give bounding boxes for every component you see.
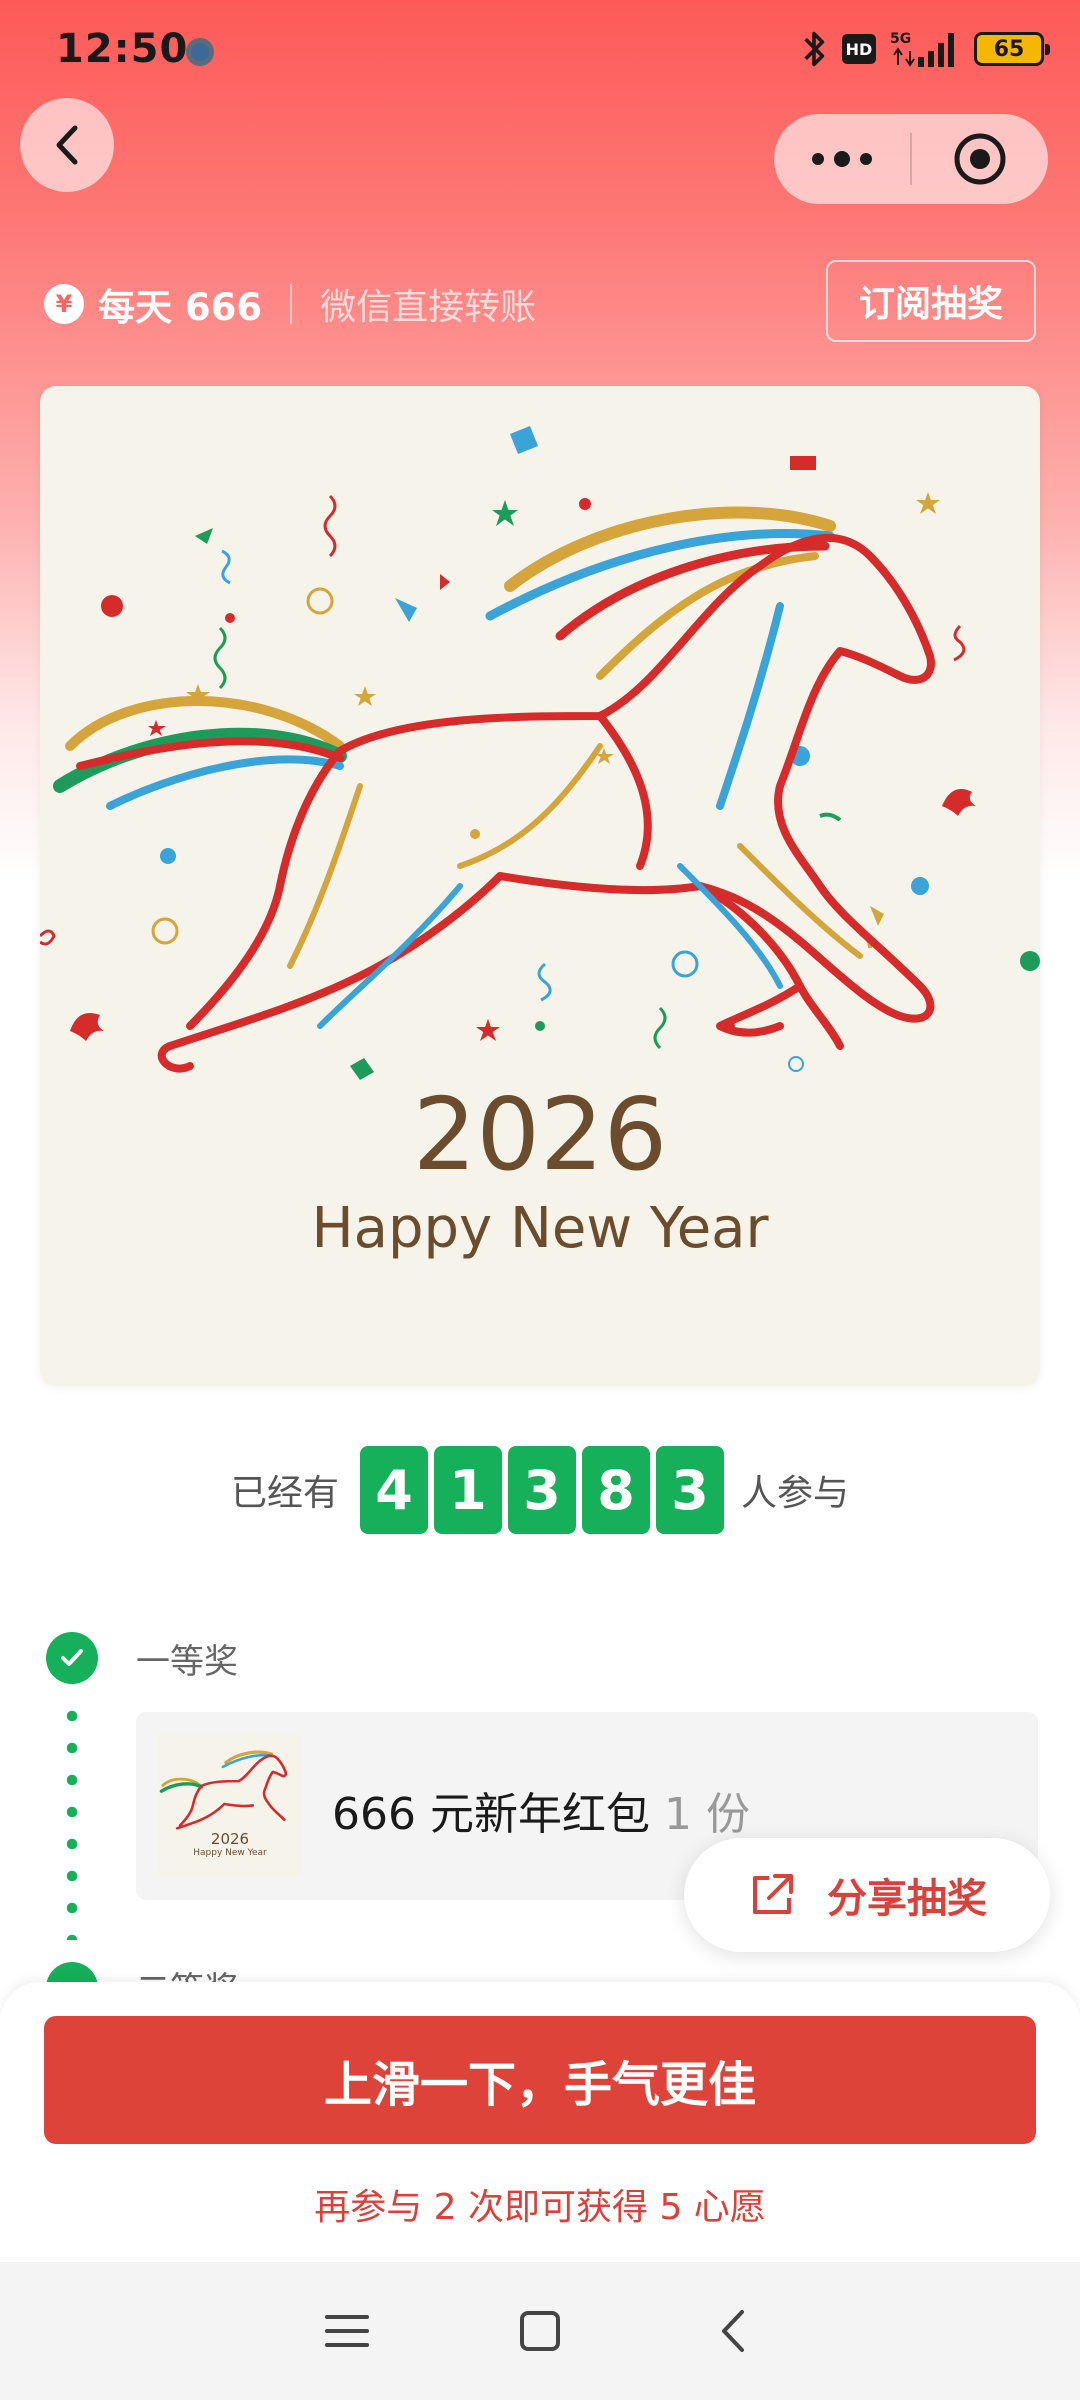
check-icon (46, 1632, 98, 1684)
participate-button[interactable]: 上滑一下，手气更佳 (44, 2016, 1036, 2144)
counter-digit: 4 (360, 1446, 428, 1534)
battery-icon: 65 (974, 32, 1050, 66)
notification-icon (186, 38, 214, 66)
subscribe-button[interactable]: 订阅抽奖 (826, 260, 1036, 342)
prize-thumbnail: 2026 Happy New Year (158, 1734, 302, 1878)
prize-tier-label: 一等奖 (136, 1642, 238, 1682)
target-circle-icon (954, 133, 1006, 185)
share-lottery-button[interactable]: 分享抽奖 (684, 1838, 1050, 1952)
counter-suffix: 人参与 (741, 1473, 850, 1514)
status-icons: HD 5G 65 (800, 28, 1050, 70)
timeline-line (67, 1700, 77, 1940)
back-triangle-icon[interactable] (703, 2301, 763, 2361)
status-bar: 12:50 HD 5G 65 (0, 0, 1080, 100)
poster-greeting: Happy New Year (311, 1196, 769, 1261)
prize-name-text: 666 元新年红包 (332, 1789, 650, 1840)
participant-counter: 已经有 4 1 3 8 3 人参与 (0, 1446, 1080, 1534)
counter-digit: 3 (508, 1446, 576, 1534)
share-label: 分享抽奖 (827, 1876, 987, 1922)
chevron-left-icon (56, 125, 78, 165)
counter-digit: 3 (656, 1446, 724, 1534)
thumb-greeting: Happy New Year (193, 1848, 267, 1858)
confetti (40, 426, 1040, 1080)
counter-digit: 1 (434, 1446, 502, 1534)
system-nav-bar (0, 2262, 1080, 2400)
capsule-menu (774, 114, 1048, 204)
share-icon (753, 1874, 793, 1914)
hd-badge: HD (842, 34, 876, 64)
horse-tail (53, 696, 347, 810)
wish-hint: 再参与 2 次即可获得 5 心愿 (314, 2187, 766, 2228)
promo-subtitle: 微信直接转账 (320, 287, 537, 328)
counter-prefix: 已经有 (230, 1473, 339, 1514)
svg-text:5G: 5G (890, 31, 911, 47)
prize-name: 666 元新年红包 1 份 (332, 1778, 750, 1842)
signal-icon: 5G (890, 31, 954, 67)
home-square-icon[interactable] (510, 2301, 570, 2361)
close-miniprogram-button[interactable] (912, 131, 1048, 187)
more-button[interactable] (774, 151, 910, 167)
bluetooth-icon (804, 31, 825, 67)
horse-body (157, 533, 935, 1073)
back-button[interactable] (20, 98, 114, 192)
bottom-action-sheet: 上滑一下，手气更佳 再参与 2 次即可获得 5 心愿 (0, 1982, 1080, 2262)
more-dots-icon (812, 153, 824, 165)
promo-row: ¥ 每天 666 微信直接转账 (44, 264, 536, 344)
yen-icon: ¥ (44, 284, 84, 324)
promo-title: 每天 666 (98, 286, 263, 329)
poster-year: 2026 (412, 1076, 668, 1193)
prize-quantity: 1 份 (663, 1789, 750, 1840)
promo-divider (290, 284, 293, 324)
thumb-year: 2026 (210, 1830, 250, 1848)
counter-digit: 8 (582, 1446, 650, 1534)
status-time: 12:50 (56, 26, 189, 72)
menu-icon[interactable] (317, 2301, 377, 2361)
poster-image: 2026 Happy New Year (40, 386, 1040, 1386)
